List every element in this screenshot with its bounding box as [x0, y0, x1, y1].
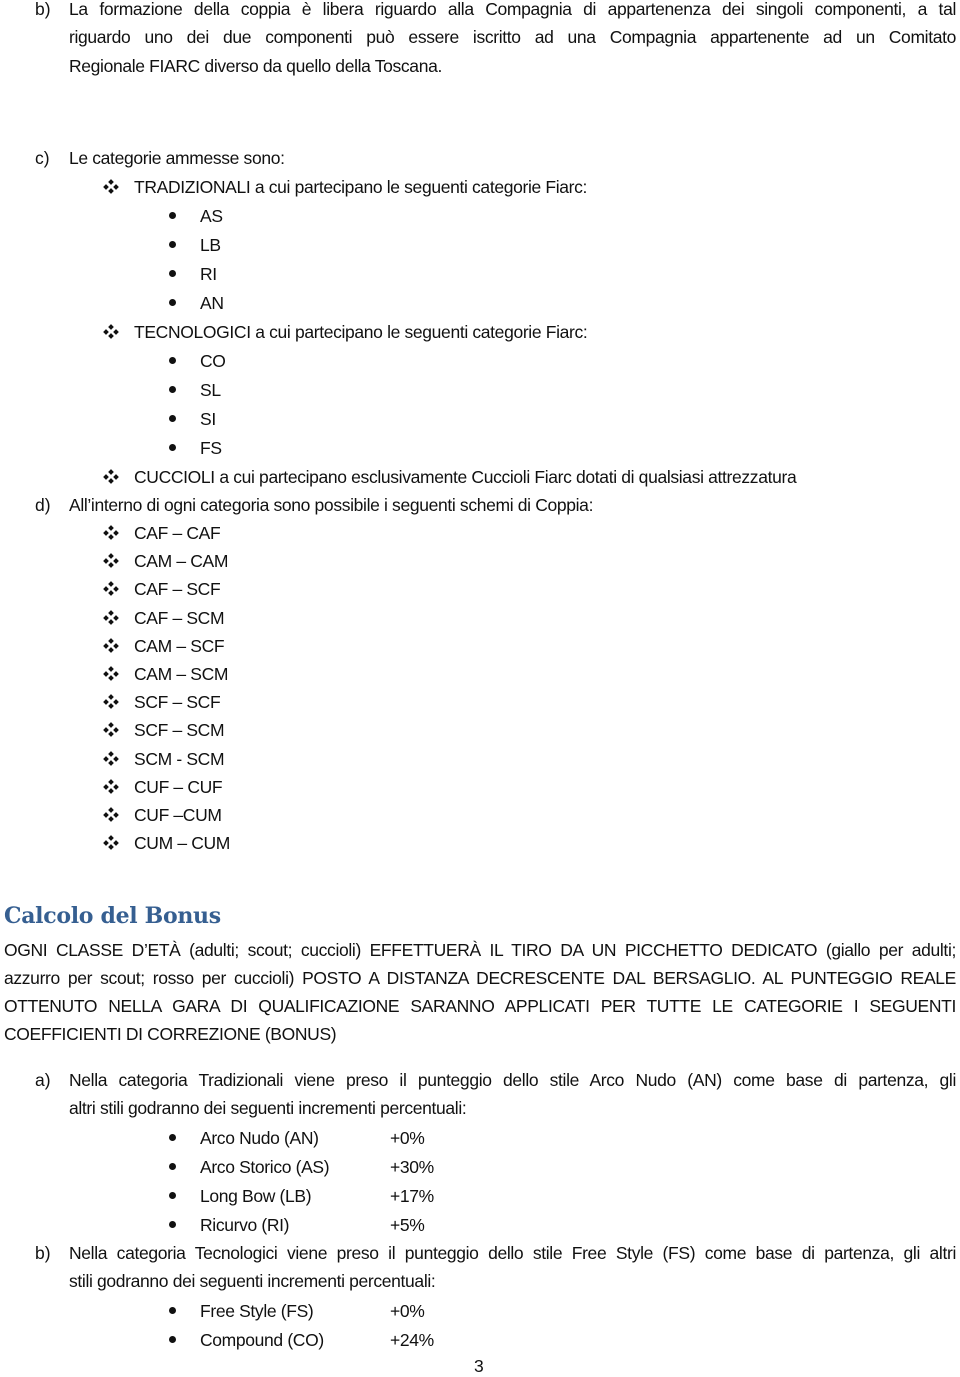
paragraph-line: azzurro per scout; rosso per cuccioli) P… — [4, 968, 956, 988]
document-page: b) La formazione della coppia è libera r… — [0, 0, 960, 1376]
category-item: AS — [200, 206, 223, 226]
pair-scheme-item: CAF – CAF — [134, 523, 221, 543]
bullet-icon — [169, 357, 176, 364]
paragraph-line: Regionale FIARC diverso da quello della … — [69, 56, 442, 76]
paragraph-line: La formazione della coppia è libera rigu… — [69, 0, 956, 19]
section-marker: b) — [35, 0, 51, 19]
bullet-icon — [169, 1336, 176, 1343]
category-item: CO — [200, 351, 226, 371]
bullet-icon — [169, 212, 176, 219]
bullet-icon — [169, 1221, 176, 1228]
pair-scheme-item: CAM – SCM — [134, 664, 229, 684]
pair-scheme-item: CAF – SCM — [134, 608, 225, 628]
category-item: LB — [200, 235, 221, 255]
diamond-bullet-icon — [103, 179, 119, 194]
increment-value: +0% — [390, 1128, 425, 1148]
section-marker: b) — [35, 1243, 51, 1263]
diamond-bullet-icon — [103, 525, 119, 540]
diamond-bullet-icon — [103, 324, 119, 339]
increment-style: Ricurvo (RI) — [200, 1215, 290, 1235]
increment-value: +24% — [390, 1330, 434, 1350]
increment-style: Arco Storico (AS) — [200, 1157, 330, 1177]
diamond-bullet-icon — [103, 694, 119, 709]
increment-value: +5% — [390, 1215, 425, 1235]
diamond-bullet-icon — [103, 835, 119, 850]
pair-scheme-item: CAM – SCF — [134, 636, 225, 656]
increment-style: Free Style (FS) — [200, 1301, 314, 1321]
paragraph-line: Nella categoria Tradizionali viene preso… — [69, 1070, 956, 1090]
paragraph-line: COEFFICIENTI DI CORREZIONE (BONUS) — [4, 1024, 337, 1044]
increment-style: Long Bow (LB) — [200, 1186, 312, 1206]
pair-scheme-item: CUM – CUM — [134, 833, 231, 853]
category-group-label: CUCCIOLI a cui partecipano esclusivament… — [134, 467, 797, 487]
category-group-label: TRADIZIONALI a cui partecipano le seguen… — [134, 177, 588, 197]
bullet-icon — [169, 1192, 176, 1199]
increment-value: +0% — [390, 1301, 425, 1321]
section-intro: All’interno di ogni categoria sono possi… — [69, 495, 594, 515]
category-item: SI — [200, 409, 216, 429]
pair-scheme-item: CUF –CUM — [134, 805, 222, 825]
bullet-icon — [169, 1307, 176, 1314]
bullet-icon — [169, 1163, 176, 1170]
diamond-bullet-icon — [103, 638, 119, 653]
section-intro: Le categorie ammesse sono: — [69, 148, 285, 168]
diamond-bullet-icon — [103, 581, 119, 596]
increment-style: Arco Nudo (AN) — [200, 1128, 319, 1148]
bullet-icon — [169, 270, 176, 277]
pair-scheme-item: CUF – CUF — [134, 777, 223, 797]
category-item: FS — [200, 438, 222, 458]
paragraph-line: OGNI CLASSE D’ETÀ (adulti; scout; cuccio… — [4, 940, 956, 960]
diamond-bullet-icon — [103, 722, 119, 737]
diamond-bullet-icon — [103, 779, 119, 794]
paragraph-line: altri stili godranno dei seguenti increm… — [69, 1098, 467, 1118]
increment-value: +17% — [390, 1186, 434, 1206]
pair-scheme-item: SCF – SCF — [134, 692, 221, 712]
category-group-label: TECNOLOGICI a cui partecipano le seguent… — [134, 322, 588, 342]
paragraph-line: OTTENUTO NELLA GARA DI QUALIFICAZIONE SA… — [4, 996, 956, 1016]
pair-scheme-item: CAF – SCF — [134, 579, 221, 599]
diamond-bullet-icon — [103, 807, 119, 822]
category-item: SL — [200, 380, 221, 400]
section-marker: c) — [35, 148, 50, 168]
diamond-bullet-icon — [103, 469, 119, 484]
page-number: 3 — [474, 1356, 484, 1376]
bullet-icon — [169, 386, 176, 393]
pair-scheme-item: SCF – SCM — [134, 720, 225, 740]
diamond-bullet-icon — [103, 751, 119, 766]
bullet-icon — [169, 1134, 176, 1141]
diamond-bullet-icon — [103, 610, 119, 625]
paragraph-line: Nella categoria Tecnologici viene preso … — [69, 1243, 956, 1263]
category-item: RI — [200, 264, 217, 284]
bullet-icon — [169, 241, 176, 248]
paragraph-line: riguardo uno dei due componenti può esse… — [69, 27, 956, 47]
category-item: AN — [200, 293, 224, 313]
section-heading: Calcolo del Bonus — [4, 903, 221, 929]
increment-value: +30% — [390, 1157, 434, 1177]
pair-scheme-item: CAM – CAM — [134, 551, 229, 571]
section-marker: a) — [35, 1070, 51, 1090]
diamond-bullet-icon — [103, 666, 119, 681]
paragraph-line: stili godranno dei seguenti incrementi p… — [69, 1271, 436, 1291]
bullet-icon — [169, 415, 176, 422]
bullet-icon — [169, 299, 176, 306]
bullet-icon — [169, 444, 176, 451]
increment-style: Compound (CO) — [200, 1330, 324, 1350]
diamond-bullet-icon — [103, 553, 119, 568]
pair-scheme-item: SCM - SCM — [134, 749, 225, 769]
section-marker: d) — [35, 495, 51, 515]
